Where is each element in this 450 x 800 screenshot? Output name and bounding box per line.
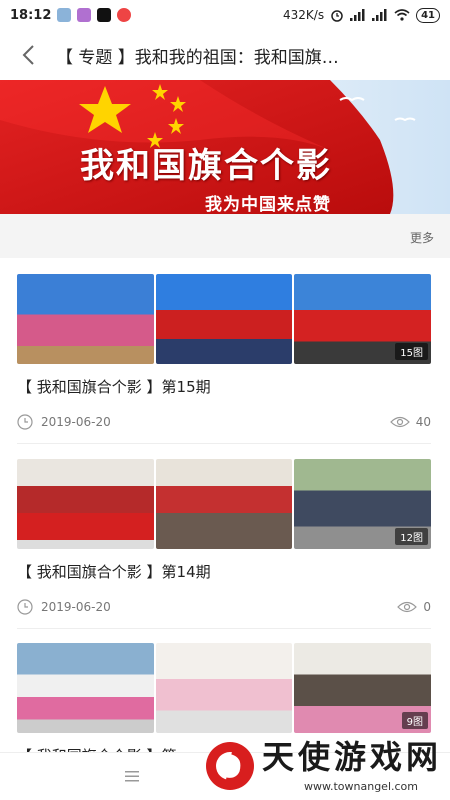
more-link[interactable]: 更多	[410, 229, 434, 246]
clock-icon	[17, 414, 33, 430]
signal-icon	[350, 9, 365, 21]
more-row: 更多	[0, 214, 450, 258]
list-item[interactable]: 12图 【 我和国旗合个影 】第14期 2019-06-20 0	[17, 459, 432, 616]
thumbnail-image	[17, 274, 154, 364]
header: 【 专题 】我和我的祖国：我和国旗…	[0, 30, 450, 80]
banner-subtitle: 我为中国来点赞	[205, 195, 331, 214]
thumbnail-image	[155, 643, 293, 733]
thumbnail-image: 15图	[294, 274, 432, 364]
thumbnail-image	[155, 274, 293, 364]
app-notification-icon	[77, 8, 92, 22]
menu-icon[interactable]	[124, 769, 140, 783]
watermark-logo	[206, 742, 254, 790]
article-title: 【 我和国旗合个影 】第15期	[17, 378, 211, 396]
thumbnail-image	[17, 459, 154, 549]
divider	[17, 628, 431, 629]
watermark: 天使游戏网 www.townangel.com	[200, 726, 450, 800]
thumbnail-image	[155, 459, 293, 549]
topic-banner[interactable]: 我和国旗合个影 我为中国来点赞	[0, 80, 450, 214]
status-right: 432K/s 41	[283, 7, 440, 23]
net-speed: 432K/s	[283, 8, 325, 22]
view-count-value: 0	[423, 600, 431, 614]
status-bar: 18:12 432K/s 41	[0, 0, 450, 30]
back-button[interactable]	[0, 30, 56, 80]
notification-icons	[57, 8, 132, 22]
thumbnail-image: 9图	[294, 643, 432, 733]
tiktok-icon	[97, 8, 112, 22]
view-count: 40	[389, 415, 431, 429]
view-count-value: 40	[415, 415, 431, 429]
view-count: 0	[397, 600, 431, 614]
divider	[17, 443, 431, 444]
article-date: 2019-06-20	[41, 415, 111, 429]
clock-icon	[17, 599, 33, 615]
eye-icon	[397, 601, 418, 613]
banner-title: 我和国旗合个影	[80, 146, 332, 186]
watermark-brand: 天使游戏网	[262, 738, 443, 776]
wifi-icon	[394, 9, 410, 21]
article-meta: 2019-06-20 40	[17, 413, 431, 431]
status-time: 18:12	[10, 7, 52, 23]
thumbnail-strip: 12图	[17, 459, 432, 549]
page-title: 【 专题 】我和我的祖国：我和国旗…	[56, 47, 339, 68]
chevron-left-icon	[22, 45, 34, 65]
thumbnail-image: 12图	[294, 459, 432, 549]
list-item[interactable]: 15图 【 我和国旗合个影 】第15期 2019-06-20 40	[17, 274, 432, 431]
photo-count-badge: 12图	[395, 528, 429, 545]
signal-icon	[372, 9, 387, 21]
watermark-url: www.townangel.com	[304, 780, 418, 793]
thumbnail-strip: 9图	[17, 643, 432, 733]
app-notification-icon	[117, 8, 132, 22]
photo-count-badge: 15图	[395, 343, 429, 360]
app-notification-icon	[57, 8, 72, 22]
alarm-icon	[331, 10, 343, 22]
eye-icon	[389, 416, 410, 428]
battery-indicator: 41	[416, 7, 440, 23]
thumbnail-image	[17, 643, 154, 733]
article-date: 2019-06-20	[41, 600, 111, 614]
article-title: 【 我和国旗合个影 】第14期	[17, 563, 211, 581]
article-meta: 2019-06-20 0	[17, 598, 431, 616]
thumbnail-strip: 15图	[17, 274, 432, 364]
